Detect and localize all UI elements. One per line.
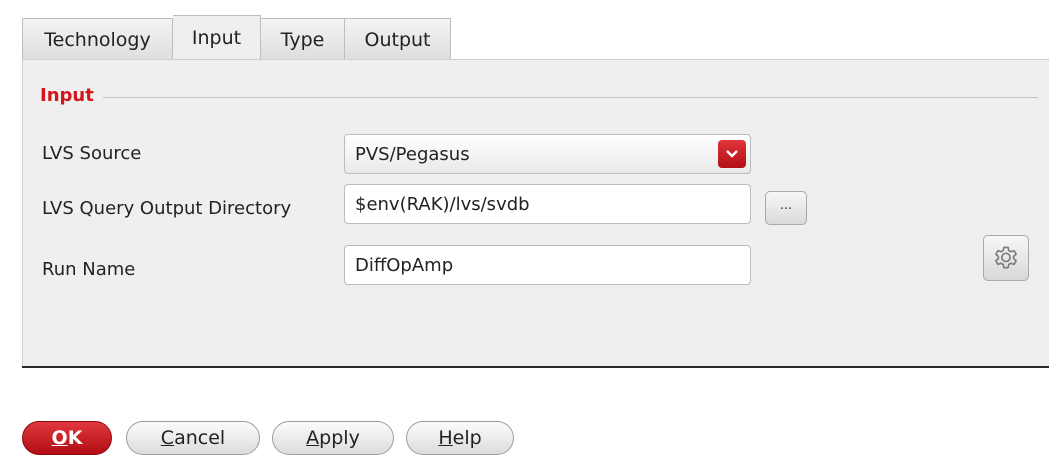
group-separator xyxy=(103,97,1038,98)
chevron-down-icon[interactable] xyxy=(718,140,746,168)
apply-button[interactable]: Apply xyxy=(272,421,394,455)
cancel-button[interactable]: Cancel xyxy=(126,421,260,455)
panel-bottom-border xyxy=(22,366,1049,368)
lvs-query-dir-label: LVS Query Output Directory xyxy=(42,198,292,219)
gear-icon xyxy=(995,246,1017,269)
cancel-label-rest: ancel xyxy=(174,427,226,449)
tab-bar: Technology Input Type Output xyxy=(22,15,451,60)
apply-mnemonic: A xyxy=(306,427,320,449)
run-name-label: Run Name xyxy=(42,259,136,280)
tab-technology[interactable]: Technology xyxy=(22,18,173,60)
help-mnemonic: H xyxy=(438,427,453,449)
help-label-rest: elp xyxy=(452,427,482,449)
lvs-source-value: PVS/Pegasus xyxy=(355,143,470,165)
apply-label-rest: pply xyxy=(319,427,360,449)
ok-button[interactable]: OK xyxy=(22,421,112,455)
ok-label-rest: K xyxy=(67,427,83,449)
lvs-source-dropdown[interactable]: PVS/Pegasus xyxy=(344,134,751,174)
run-name-input[interactable] xyxy=(344,245,751,285)
tab-output[interactable]: Output xyxy=(345,18,451,60)
settings-button[interactable] xyxy=(983,235,1029,281)
browse-button[interactable]: ... xyxy=(765,191,807,225)
tab-panel-input: Input LVS Source PVS/Pegasus LVS Query O… xyxy=(22,59,1049,367)
cancel-mnemonic: C xyxy=(160,427,175,449)
help-button[interactable]: Help xyxy=(406,421,514,455)
ok-mnemonic: O xyxy=(51,427,68,449)
group-title: Input xyxy=(40,85,100,106)
lvs-source-label: LVS Source xyxy=(42,143,142,164)
tab-input[interactable]: Input xyxy=(173,15,261,60)
tab-type[interactable]: Type xyxy=(261,18,345,60)
lvs-query-dir-input[interactable] xyxy=(344,184,751,224)
